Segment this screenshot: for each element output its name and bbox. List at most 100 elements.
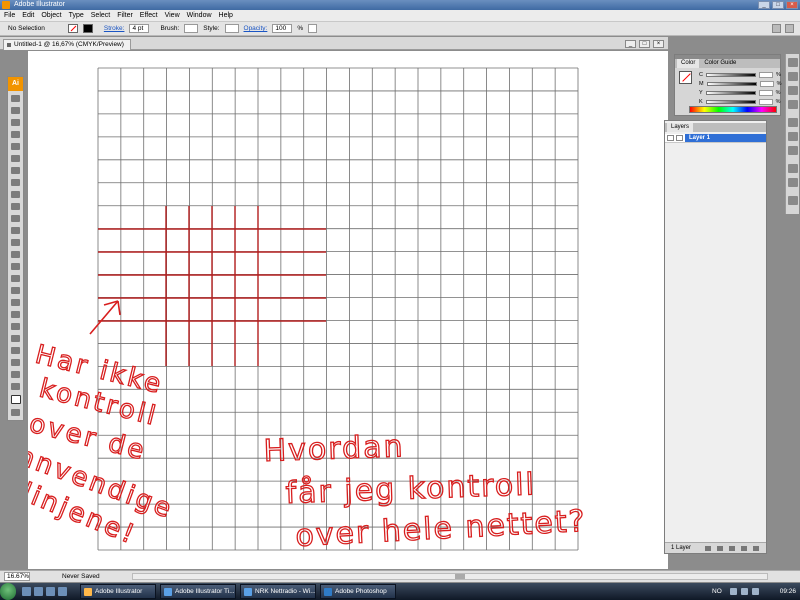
brush-dropdown[interactable] (184, 24, 199, 33)
recolor-artwork-icon[interactable] (308, 24, 318, 33)
stroke-label[interactable]: Stroke: (104, 25, 125, 32)
fill-swatch[interactable] (82, 24, 93, 33)
opacity-field[interactable]: 100 (272, 24, 293, 33)
direct-selection-tool-icon[interactable] (11, 107, 20, 114)
blend-tool-icon[interactable] (11, 323, 20, 330)
start-button[interactable] (0, 583, 16, 600)
zoom-tool-icon[interactable] (11, 383, 20, 390)
make-clipping-mask-icon[interactable] (717, 546, 723, 551)
tray-network-icon[interactable] (730, 588, 737, 595)
transparency-panel-icon[interactable] (788, 146, 798, 155)
document-tab[interactable]: Untitled-1 @ 16,67% (CMYK/Preview) (3, 39, 131, 50)
tray-volume-icon[interactable] (741, 588, 748, 595)
tray-app-icon[interactable] (752, 588, 759, 595)
fill-stroke-indicator-icon[interactable] (679, 71, 692, 84)
style-dropdown[interactable] (224, 24, 239, 33)
quicklaunch-desktop-icon[interactable] (22, 587, 31, 596)
stroke-panel-icon[interactable] (788, 118, 798, 127)
graph-tool-icon[interactable] (11, 275, 20, 282)
menu-effect[interactable]: Effect (140, 12, 158, 19)
zoom-level-field[interactable]: 16.67% (4, 572, 30, 581)
new-layer-icon[interactable] (741, 546, 747, 551)
channel-c-field[interactable] (758, 71, 773, 78)
new-sublayer-icon[interactable] (729, 546, 735, 551)
taskbar-item-photoshop[interactable]: Adobe Photoshop (320, 584, 396, 599)
gradient-panel-icon[interactable] (788, 132, 798, 141)
stroke-swatch[interactable] (67, 24, 78, 33)
stroke-weight-field[interactable]: 4 pt (129, 24, 150, 33)
doc-minimize-button[interactable]: _ (625, 40, 636, 48)
delete-layer-icon[interactable] (753, 546, 759, 551)
paintbrush-tool-icon[interactable] (11, 191, 20, 198)
channel-m-field[interactable] (759, 80, 774, 87)
selection-tool-icon[interactable] (11, 95, 20, 102)
taskbar-item-illustrator[interactable]: Adobe Illustrator (80, 584, 156, 599)
document-setup-icon[interactable] (772, 24, 781, 33)
gradient-tool-icon[interactable] (11, 299, 20, 306)
opacity-label[interactable]: Opacity: (244, 25, 268, 32)
channel-y-field[interactable] (758, 89, 773, 96)
doc-restore-button[interactable]: □ (639, 40, 650, 48)
lasso-tool-icon[interactable] (11, 131, 20, 138)
color-spectrum-bar[interactable] (689, 106, 777, 113)
maximize-button[interactable]: □ (772, 1, 784, 9)
rectangle-tool-icon[interactable] (11, 179, 20, 186)
menu-filter[interactable]: Filter (117, 12, 133, 19)
quicklaunch-media-icon[interactable] (58, 587, 67, 596)
menu-type[interactable]: Type (69, 12, 84, 19)
taskbar-item-illustrator-browser[interactable]: Adobe Illustrator Ti... (160, 584, 236, 599)
scale-tool-icon[interactable] (11, 227, 20, 234)
locate-object-icon[interactable] (705, 546, 711, 551)
pen-tool-icon[interactable] (11, 143, 20, 150)
lock-toggle-icon[interactable] (676, 135, 683, 141)
eyedropper-tool-icon[interactable] (11, 311, 20, 318)
close-button[interactable]: × (786, 1, 798, 9)
horizontal-scroll-thumb[interactable] (455, 574, 465, 579)
doc-close-button[interactable]: × (653, 40, 664, 48)
horizontal-scrollbar[interactable] (132, 573, 768, 580)
menu-object[interactable]: Object (41, 12, 61, 19)
crop-area-tool-icon[interactable] (11, 347, 20, 354)
type-tool-icon[interactable] (11, 155, 20, 162)
menu-select[interactable]: Select (91, 12, 110, 19)
mesh-tool-icon[interactable] (11, 287, 20, 294)
magic-wand-tool-icon[interactable] (11, 119, 20, 126)
language-indicator[interactable]: NO (712, 584, 722, 599)
brushes-panel-icon[interactable] (788, 86, 798, 95)
live-paint-tool-icon[interactable] (11, 335, 20, 342)
rotate-tool-icon[interactable] (11, 215, 20, 222)
menu-edit[interactable]: Edit (22, 12, 34, 19)
color-panel-icon[interactable] (788, 58, 798, 67)
channel-k-field[interactable] (758, 98, 773, 105)
menu-help[interactable]: Help (219, 12, 233, 19)
free-transform-tool-icon[interactable] (11, 251, 20, 258)
slice-tool-icon[interactable] (11, 359, 20, 366)
swatches-panel-icon[interactable] (788, 72, 798, 81)
screen-mode-icon[interactable] (11, 409, 20, 416)
tab-color-guide[interactable]: Color Guide (700, 59, 741, 68)
layers-panel-icon[interactable] (788, 196, 798, 205)
line-tool-icon[interactable] (11, 167, 20, 174)
graphic-styles-panel-icon[interactable] (788, 178, 798, 187)
artboard-canvas[interactable]: Har ikke kontroll over de innvendige lin… (28, 51, 668, 569)
fill-stroke-swatch-icon[interactable] (11, 395, 21, 404)
warp-tool-icon[interactable] (11, 239, 20, 246)
symbols-panel-icon[interactable] (788, 100, 798, 109)
menu-view[interactable]: View (165, 12, 180, 19)
control-menu-icon[interactable] (785, 24, 794, 33)
taskbar-item-nrk-nettradio[interactable]: NRK Nettradio - Wi... (240, 584, 316, 599)
pencil-tool-icon[interactable] (11, 203, 20, 210)
hand-tool-icon[interactable] (11, 371, 20, 378)
minimize-button[interactable]: _ (758, 1, 770, 9)
menu-file[interactable]: File (4, 12, 15, 19)
channel-c-slider[interactable] (705, 72, 756, 77)
channel-m-slider[interactable] (706, 81, 757, 86)
quicklaunch-browser-icon[interactable] (46, 587, 55, 596)
channel-k-slider[interactable] (705, 99, 756, 104)
layer-name[interactable]: Layer 1 (685, 134, 766, 142)
channel-y-slider[interactable] (705, 90, 756, 95)
visibility-eye-icon[interactable] (667, 135, 674, 141)
menu-window[interactable]: Window (187, 12, 212, 19)
symbol-sprayer-tool-icon[interactable] (11, 263, 20, 270)
layer-row[interactable]: Layer 1 (665, 134, 766, 143)
